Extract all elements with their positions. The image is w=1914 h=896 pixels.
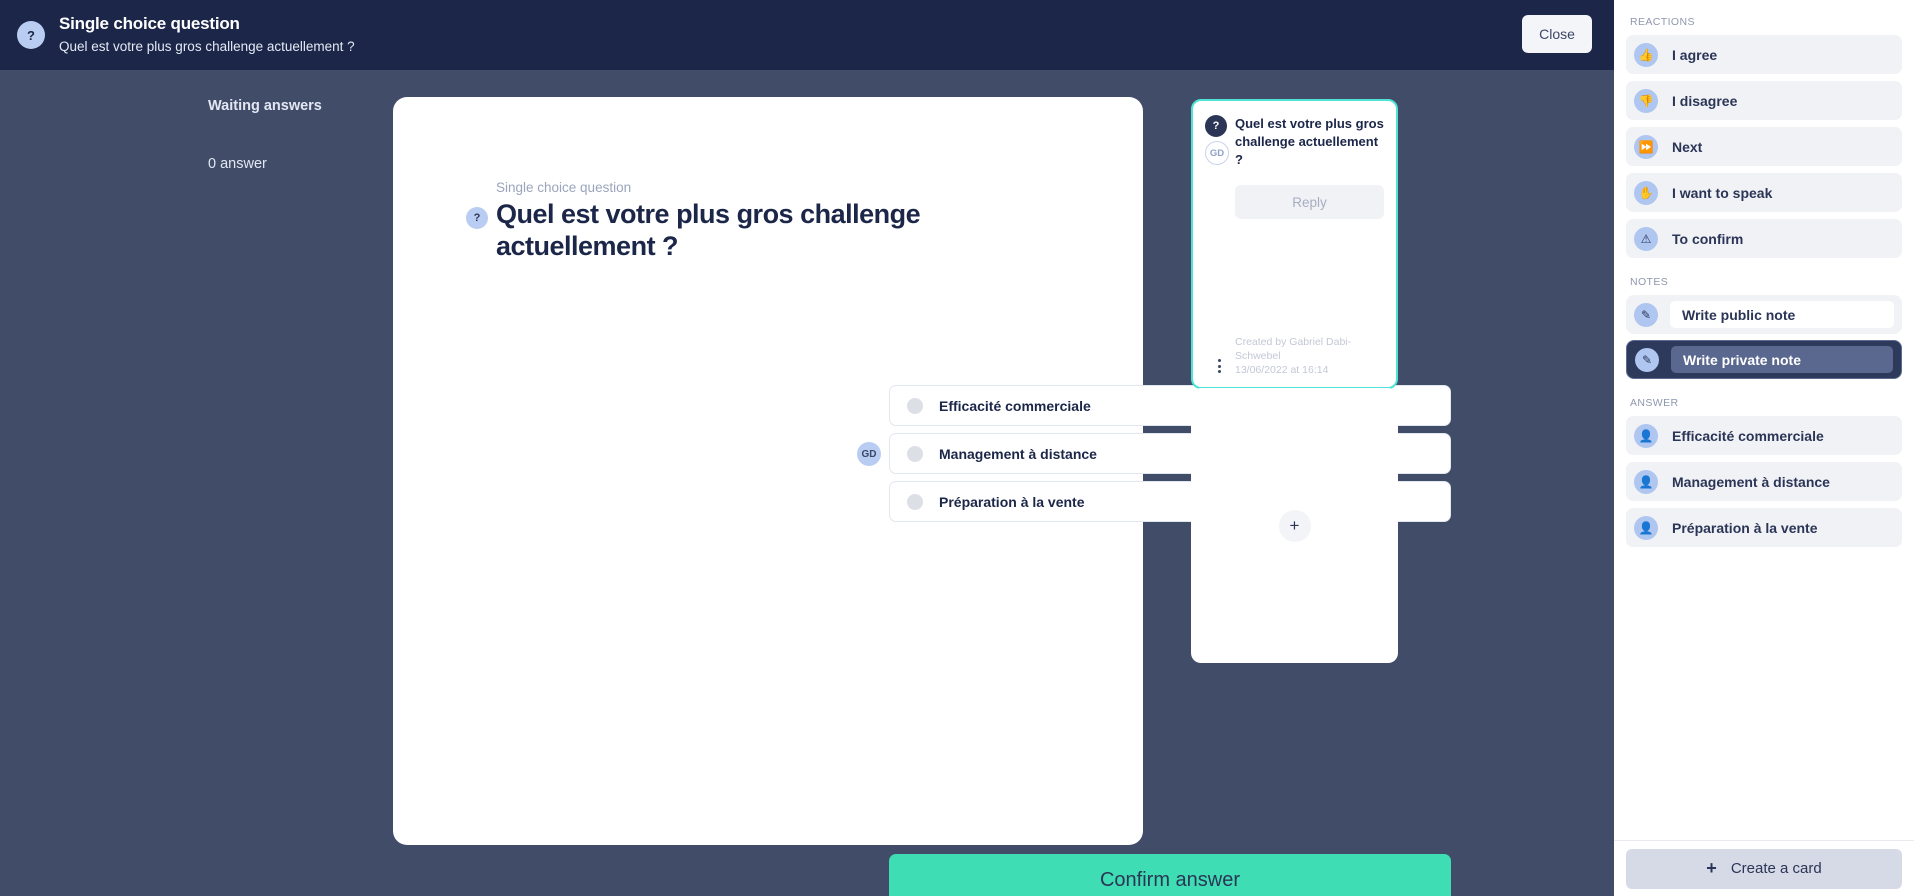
- right-sidebar: REACTIONS 👍 I agree 👎 I disagree ⏩ Next …: [1614, 0, 1914, 896]
- create-a-card-button[interactable]: + Create a card: [1626, 848, 1902, 889]
- plus-icon: +: [1706, 858, 1717, 878]
- question-kicker: Single choice question: [496, 180, 632, 195]
- answer-section-title: ANSWER: [1630, 397, 1679, 409]
- reaction-label: To confirm: [1672, 230, 1744, 247]
- person-icon: 👤: [1634, 469, 1658, 494]
- preview-question-text: Quel est votre plus gros challenge actue…: [1235, 116, 1384, 167]
- created-at-label: 13/06/2022 at 16:14: [1235, 364, 1329, 376]
- pencil-icon: ✎: [1635, 347, 1659, 372]
- reaction-item-i-want-to-speak[interactable]: ✋ I want to speak: [1626, 173, 1902, 212]
- card-menu-icon[interactable]: [1218, 359, 1221, 373]
- answer-item-preparation-a-la-vente[interactable]: 👤 Préparation à la vente: [1626, 508, 1902, 547]
- write-public-note-row[interactable]: ✎ Write public note: [1626, 295, 1902, 334]
- notes-section-title: NOTES: [1630, 276, 1669, 288]
- plus-icon[interactable]: +: [1278, 509, 1311, 542]
- option-label: Préparation à la vente: [939, 493, 1085, 510]
- question-preview-card[interactable]: ? GD Quel est votre plus gros challenge …: [1191, 99, 1398, 389]
- reaction-label: Next: [1672, 138, 1703, 155]
- person-icon: 👤: [1634, 515, 1658, 540]
- question-mark-icon: ?: [466, 207, 488, 229]
- question-row: ? Quel est votre plus gros challenge act…: [466, 198, 1071, 262]
- question-mark-icon: ?: [17, 21, 45, 49]
- warning-triangle-icon: ⚠: [1634, 226, 1658, 251]
- waiting-answers-label: Waiting answers: [208, 98, 322, 114]
- private-note-input[interactable]: Write private note: [1671, 346, 1893, 373]
- top-bar: ? Single choice question Quel est votre …: [0, 0, 1614, 70]
- answer-label: Préparation à la vente: [1672, 519, 1818, 536]
- answer-label: Efficacité commerciale: [1672, 427, 1824, 444]
- reaction-item-i-agree[interactable]: 👍 I agree: [1626, 35, 1902, 74]
- waiting-answers-status: Waiting answers 0 answer: [208, 98, 388, 172]
- option-label: Management à distance: [939, 445, 1097, 462]
- radio-icon[interactable]: [907, 397, 923, 414]
- raised-hand-icon: ✋: [1634, 180, 1658, 205]
- answer-label: Management à distance: [1672, 473, 1830, 490]
- option-label: Efficacité commerciale: [939, 397, 1091, 414]
- question-mark-icon: ?: [1205, 115, 1227, 137]
- question-block: Single choice question ? Quel est votre …: [466, 180, 1071, 262]
- reaction-item-next[interactable]: ⏩ Next: [1626, 127, 1902, 166]
- preview-card-header: ? GD Quel est votre plus gros challenge …: [1193, 101, 1396, 169]
- reaction-item-to-confirm[interactable]: ⚠ To confirm: [1626, 219, 1902, 258]
- answer-item-efficacite-commerciale[interactable]: 👤 Efficacité commerciale: [1626, 416, 1902, 455]
- page-subtitle: Quel est votre plus gros challenge actue…: [59, 39, 355, 54]
- reactions-section-title: REACTIONS: [1630, 16, 1695, 28]
- question-card: Single choice question ? Quel est votre …: [393, 97, 1451, 896]
- person-icon: 👤: [1634, 423, 1658, 448]
- sidebar-footer: + Create a card: [1614, 840, 1914, 896]
- radio-icon[interactable]: [907, 493, 923, 510]
- answer-item-management-a-distance[interactable]: 👤 Management à distance: [1626, 462, 1902, 501]
- confirm-answer-button[interactable]: Confirm answer: [889, 854, 1451, 896]
- reaction-label: I want to speak: [1672, 184, 1773, 201]
- thumbs-up-icon: 👍: [1634, 42, 1658, 67]
- reply-input[interactable]: Reply: [1235, 185, 1384, 219]
- radio-icon[interactable]: [907, 445, 923, 462]
- app-root: ? Single choice question Quel est votre …: [0, 0, 1914, 896]
- thumbs-down-icon: 👎: [1634, 88, 1658, 113]
- reaction-label: I agree: [1672, 46, 1718, 63]
- fast-forward-icon: ⏩: [1634, 134, 1658, 159]
- created-by-label: Created by Gabriel Dabi-Schwebel: [1235, 336, 1352, 362]
- avatar: GD: [1205, 141, 1229, 165]
- public-note-input[interactable]: Write public note: [1670, 301, 1894, 328]
- preview-card-icons: ? GD: [1205, 115, 1235, 169]
- preview-card-footer: Created by Gabriel Dabi-Schwebel 13/06/2…: [1235, 335, 1386, 377]
- page-title: Single choice question: [59, 14, 240, 33]
- top-bar-text: Single choice question Quel est votre pl…: [59, 14, 355, 56]
- question-text: Quel est votre plus gros challenge actue…: [496, 199, 921, 261]
- answer-count: 0 answer: [208, 156, 267, 172]
- reaction-item-i-disagree[interactable]: 👎 I disagree: [1626, 81, 1902, 120]
- avatar: GD: [857, 442, 881, 466]
- create-card-label: Create a card: [1730, 860, 1822, 877]
- write-private-note-row[interactable]: ✎ Write private note: [1626, 340, 1902, 379]
- reaction-label: I disagree: [1672, 92, 1738, 109]
- sidebar-scroll-area: REACTIONS 👍 I agree 👎 I disagree ⏩ Next …: [1614, 0, 1914, 840]
- close-button[interactable]: Close: [1522, 15, 1592, 53]
- add-card-placeholder[interactable]: +: [1191, 388, 1398, 663]
- pencil-icon: ✎: [1634, 302, 1658, 327]
